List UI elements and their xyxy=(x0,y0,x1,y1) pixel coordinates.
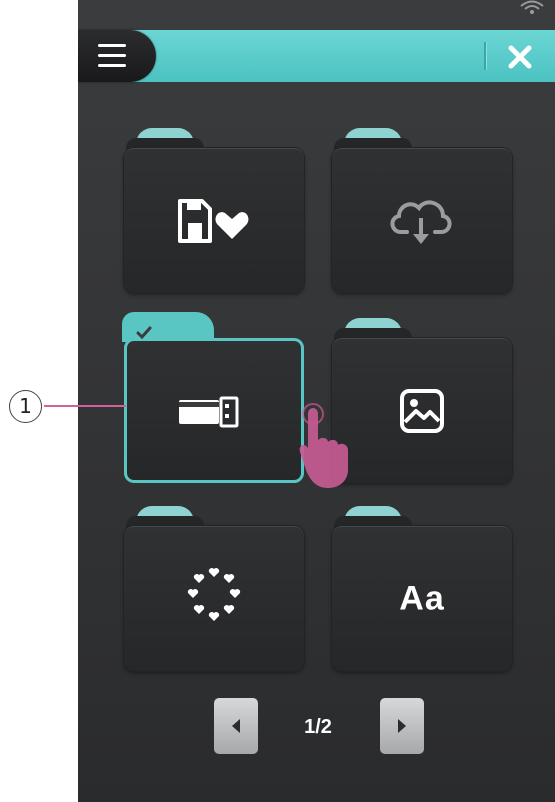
usb-memory-icon xyxy=(179,396,239,427)
folder-tab xyxy=(334,128,412,150)
pointing-hand-icon xyxy=(299,403,348,488)
screen: Aa 1/2 xyxy=(78,0,555,802)
folder-body xyxy=(332,338,512,483)
menu-button[interactable] xyxy=(78,30,156,82)
top-bar xyxy=(78,30,555,82)
image-icon xyxy=(400,389,444,433)
check-icon xyxy=(136,326,152,340)
cloud-download-icon xyxy=(390,200,452,244)
close-icon xyxy=(508,45,532,69)
callout-number: 1 xyxy=(9,390,42,423)
folder-tab xyxy=(334,318,412,340)
save-favorite-icon xyxy=(178,199,249,243)
heart-circle-pattern-icon xyxy=(187,568,241,621)
folder-body xyxy=(124,148,304,293)
folder-body xyxy=(124,526,304,671)
page-indicator: 1/2 xyxy=(304,716,332,738)
wifi-status-icon xyxy=(520,0,544,14)
text-font-label: Aa xyxy=(399,579,445,618)
callout-line xyxy=(44,405,126,407)
folder-tab xyxy=(126,128,204,150)
arrow-left-icon xyxy=(232,719,240,733)
topbar-divider xyxy=(484,42,486,70)
prev-page-button[interactable] xyxy=(214,698,258,754)
folder-tab xyxy=(334,506,412,528)
folder-tab xyxy=(126,506,204,528)
folder-body: Aa xyxy=(332,526,512,671)
folder-body xyxy=(124,338,304,483)
hamburger-menu-icon xyxy=(98,44,126,67)
pagination: 1/2 xyxy=(78,698,555,754)
close-button[interactable] xyxy=(499,36,541,78)
next-page-button[interactable] xyxy=(380,698,424,754)
arrow-right-icon xyxy=(398,719,406,733)
folder-body xyxy=(332,148,512,293)
